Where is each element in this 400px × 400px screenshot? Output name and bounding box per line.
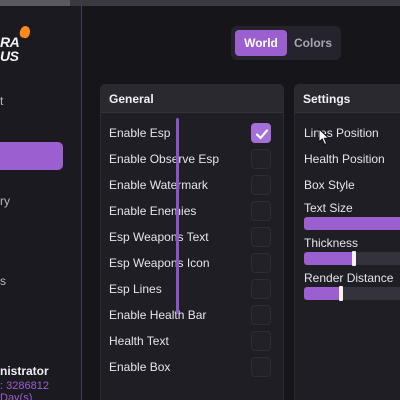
checkbox-esp-weapons-text[interactable] — [251, 227, 271, 247]
slider-knob[interactable] — [352, 251, 356, 266]
render-distance-label: Render Distance — [304, 271, 394, 285]
option-label: Enable Watermark — [109, 178, 208, 192]
slider-fill — [304, 252, 354, 265]
subscription-days: : 3286812 Day(s) — [0, 380, 49, 400]
mouse-cursor-icon — [318, 128, 330, 146]
thickness-label: Thickness — [304, 236, 359, 250]
checkbox-enable-watermark[interactable] — [251, 175, 271, 195]
checkbox-enable-esp[interactable] — [251, 123, 271, 143]
sidebar-item-1[interactable]: t — [0, 94, 3, 108]
slider-knob[interactable] — [339, 286, 343, 301]
general-panel-title: General — [109, 92, 154, 106]
tab-bar: World Colors — [231, 26, 341, 60]
general-scrollbar[interactable] — [176, 118, 179, 314]
sidebar-item-active[interactable] — [0, 142, 63, 170]
general-panel-header: General — [101, 85, 283, 113]
thickness-slider[interactable] — [304, 251, 400, 266]
sidebar: RA US t ry s nistrator : 3286812 Day(s) — [0, 6, 82, 400]
settings-panel-header: Settings — [295, 85, 400, 113]
option-label: Enable Observe Esp — [109, 152, 220, 166]
lines-position-label[interactable]: Lines Position — [304, 126, 379, 140]
option-label: Esp Lines — [109, 282, 162, 296]
slider-fill — [304, 217, 400, 230]
checkbox-enable-health-bar[interactable] — [251, 305, 271, 325]
option-label: Esp Weapons Text — [109, 230, 209, 244]
tab-world[interactable]: World — [235, 30, 287, 56]
flame-icon — [18, 24, 32, 40]
health-position-label[interactable]: Health Position — [304, 152, 385, 166]
option-label: Enable Box — [109, 360, 171, 374]
checkbox-enable-box[interactable] — [251, 357, 271, 377]
checkbox-enable-observe-esp[interactable] — [251, 149, 271, 169]
tab-colors[interactable]: Colors — [288, 30, 338, 56]
option-label: Enable Health Bar — [109, 308, 207, 322]
render-distance-slider[interactable] — [304, 286, 400, 301]
option-label: Health Text — [109, 334, 169, 348]
sidebar-item-3[interactable]: ry — [0, 194, 10, 208]
settings-panel-title: Settings — [303, 92, 351, 106]
option-label: Enable Esp — [109, 126, 171, 140]
option-label: Esp Weapons Icon — [109, 256, 210, 270]
general-panel: General Enable Esp Enable Observe Esp En… — [100, 84, 284, 400]
text-size-label: Text Size — [304, 201, 353, 215]
logo-text-line2: US — [0, 48, 19, 64]
option-label: Enable Enemies — [109, 204, 197, 218]
box-style-label[interactable]: Box Style — [304, 178, 355, 192]
sidebar-item-4[interactable]: s — [0, 274, 6, 288]
checkbox-health-text[interactable] — [251, 331, 271, 351]
slider-fill — [304, 287, 341, 300]
checkbox-esp-weapons-icon[interactable] — [251, 253, 271, 273]
app-logo: RA US — [0, 24, 34, 66]
text-size-slider[interactable] — [304, 217, 400, 230]
checkbox-esp-lines[interactable] — [251, 279, 271, 299]
user-role: nistrator — [0, 364, 49, 378]
settings-panel: Settings Lines Position Health Position … — [294, 84, 400, 400]
checkmark-icon — [255, 129, 269, 140]
checkbox-enable-enemies[interactable] — [251, 201, 271, 221]
